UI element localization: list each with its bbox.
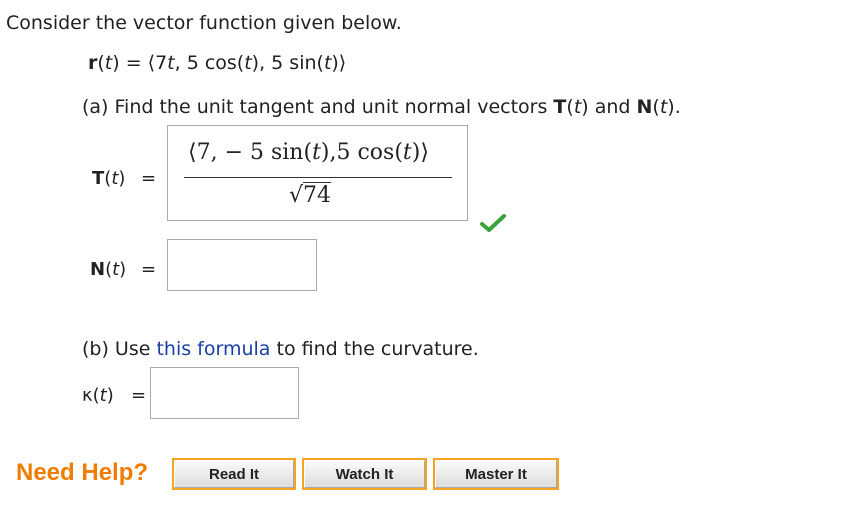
read-it-button[interactable]: Read It [172,458,296,490]
part-a-question: (a) Find the unit tangent and unit norma… [82,96,681,118]
vector-function: r(t) = ⟨7t, 5 cos(t), 5 sin(t)⟩ [88,52,347,74]
part-b-question: (b) Use this formula to find the curvatu… [82,338,479,360]
r-symbol: r [88,52,98,74]
formula-link[interactable]: this formula [156,338,270,360]
kappa-label: κ(t) [82,385,114,406]
fraction-bar [184,177,452,178]
N-answer-input[interactable] [167,239,317,291]
N-symbol: N [636,96,653,118]
sqrt-symbol: √ [289,183,304,208]
N-equals: = [141,259,157,280]
intro-text: Consider the vector function given below… [6,12,402,34]
need-help-label: Need Help? [16,459,149,486]
T-answer-numerator: ⟨7, − 5 sin(t),5 cos(t)⟩ [188,140,429,165]
kappa-equals: = [131,385,147,406]
T-answer-denominator: √74 [289,182,332,208]
kappa-answer-input[interactable] [150,367,299,419]
watch-it-button[interactable]: Watch It [302,458,427,490]
T-answer-field[interactable]: ⟨7, − 5 sin(t),5 cos(t)⟩ √74 [167,125,468,221]
master-it-button[interactable]: Master It [433,458,559,490]
T-equals: = [141,168,157,189]
check-icon [480,214,506,232]
N-label: N(t) [90,259,127,280]
T-symbol: T [553,96,567,118]
T-label: T(t) [92,168,126,189]
